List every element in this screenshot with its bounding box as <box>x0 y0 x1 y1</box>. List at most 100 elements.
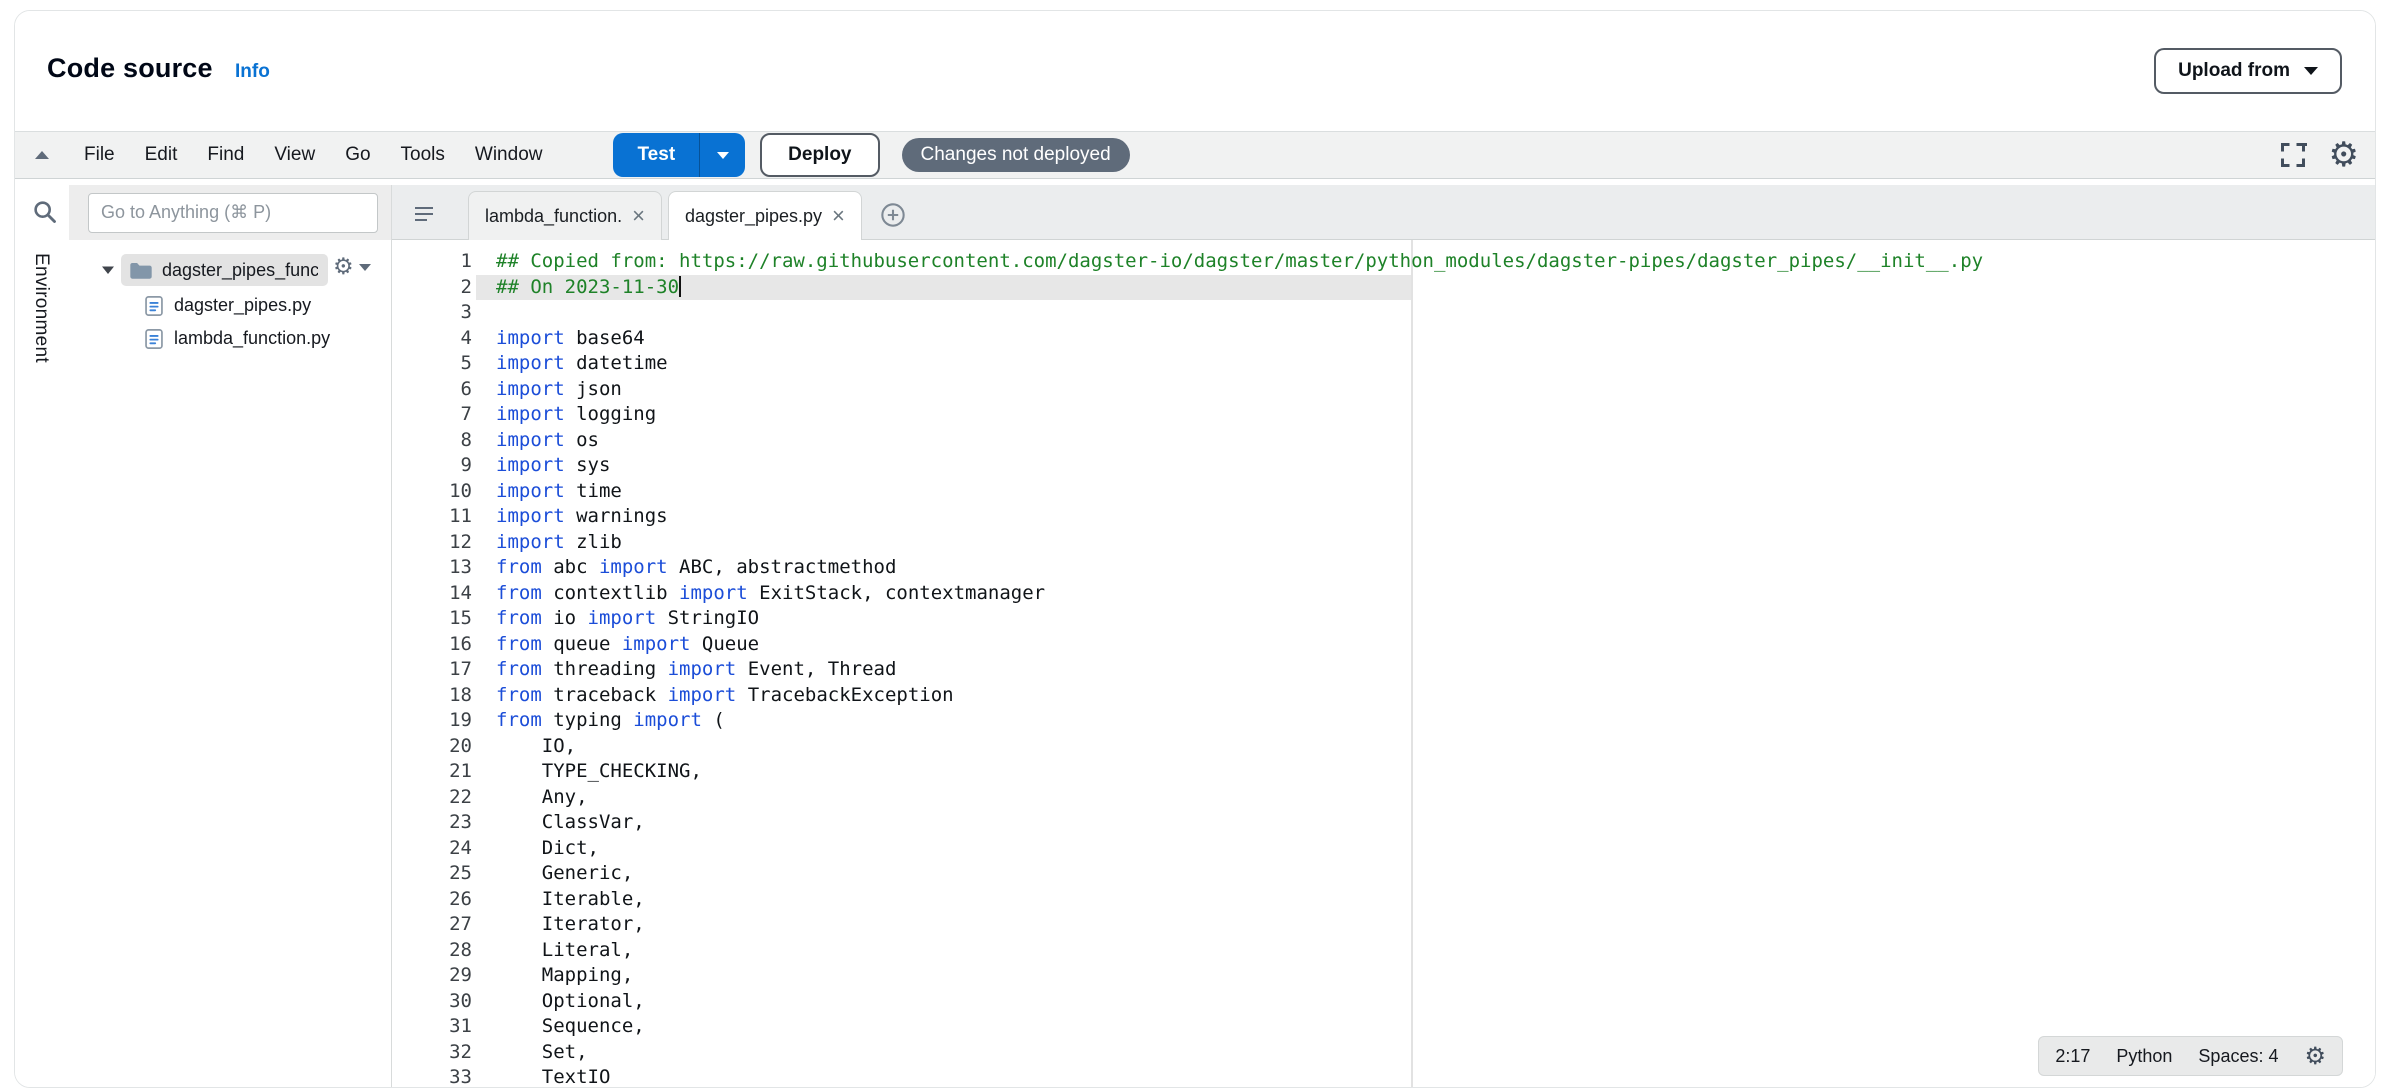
tab-list-button[interactable] <box>414 206 434 222</box>
editor-settings-button[interactable]: ⚙ <box>2329 138 2359 172</box>
cursor-position[interactable]: 2:17 <box>2055 1046 2090 1067</box>
file-item-dagster_pipes.py[interactable]: dagster_pipes.py <box>15 289 391 322</box>
line-number[interactable]: 31 <box>392 1014 472 1040</box>
line-number[interactable]: 24 <box>392 836 472 862</box>
deploy-button[interactable]: Deploy <box>760 133 879 177</box>
line-number[interactable]: 16 <box>392 632 472 658</box>
collapse-panel-button[interactable] <box>15 149 69 161</box>
line-number[interactable]: 22 <box>392 785 472 811</box>
menu-tools[interactable]: Tools <box>386 133 460 177</box>
line-number[interactable]: 7 <box>392 402 472 428</box>
code-line-27[interactable]: 27 Iterator, <box>392 912 2375 938</box>
line-number[interactable]: 33 <box>392 1065 472 1088</box>
line-number[interactable]: 11 <box>392 504 472 530</box>
code-line-4[interactable]: 4import base64 <box>392 326 2375 352</box>
code-line-25[interactable]: 25 Generic, <box>392 861 2375 887</box>
code-line-16[interactable]: 16from queue import Queue <box>392 632 2375 658</box>
code-line-17[interactable]: 17from threading import Event, Thread <box>392 657 2375 683</box>
line-number[interactable]: 10 <box>392 479 472 505</box>
code-line-15[interactable]: 15from io import StringIO <box>392 606 2375 632</box>
code-line-7[interactable]: 7import logging <box>392 402 2375 428</box>
code-line-21[interactable]: 21 TYPE_CHECKING, <box>392 759 2375 785</box>
code-line-9[interactable]: 9import sys <box>392 453 2375 479</box>
line-number[interactable]: 9 <box>392 453 472 479</box>
language-mode[interactable]: Python <box>2116 1046 2172 1067</box>
menu-view[interactable]: View <box>259 133 330 177</box>
code-line-18[interactable]: 18from traceback import TracebackExcepti… <box>392 683 2375 709</box>
code-line-20[interactable]: 20 IO, <box>392 734 2375 760</box>
code-line-13[interactable]: 13from abc import ABC, abstractmethod <box>392 555 2375 581</box>
line-number[interactable]: 4 <box>392 326 472 352</box>
line-number[interactable]: 5 <box>392 351 472 377</box>
code-line-11[interactable]: 11import warnings <box>392 504 2375 530</box>
line-number[interactable]: 29 <box>392 963 472 989</box>
tab-dagster_pipes.py[interactable]: dagster_pipes.py× <box>668 191 862 240</box>
line-number[interactable]: 23 <box>392 810 472 836</box>
tree-settings-button[interactable]: ⚙ <box>333 256 371 279</box>
line-number[interactable]: 15 <box>392 606 472 632</box>
line-number[interactable]: 12 <box>392 530 472 556</box>
code-line-3[interactable]: 3 <box>392 300 2375 326</box>
code-line-1[interactable]: 1## Copied from: https://raw.githubuserc… <box>392 249 2375 275</box>
menu-edit[interactable]: Edit <box>130 133 193 177</box>
info-link[interactable]: Info <box>235 61 270 83</box>
fullscreen-button[interactable] <box>2279 141 2307 169</box>
code-line-12[interactable]: 12import zlib <box>392 530 2375 556</box>
code-line-24[interactable]: 24 Dict, <box>392 836 2375 862</box>
line-number[interactable]: 1 <box>392 249 472 275</box>
file-item-lambda_function.py[interactable]: lambda_function.py <box>15 322 391 355</box>
code-editor[interactable]: 1## Copied from: https://raw.githubuserc… <box>392 240 2375 1087</box>
tab-label: lambda_function. <box>485 206 622 227</box>
line-number[interactable]: 3 <box>392 300 472 326</box>
line-number[interactable]: 32 <box>392 1040 472 1066</box>
status-settings-gear-icon[interactable]: ⚙ <box>2304 1044 2326 1068</box>
tab-close-icon[interactable]: × <box>832 205 845 227</box>
code-line-8[interactable]: 8import os <box>392 428 2375 454</box>
code-line-14[interactable]: 14from contextlib import ExitStack, cont… <box>392 581 2375 607</box>
line-number[interactable]: 8 <box>392 428 472 454</box>
code-line-28[interactable]: 28 Literal, <box>392 938 2375 964</box>
line-number[interactable]: 20 <box>392 734 472 760</box>
code-line-29[interactable]: 29 Mapping, <box>392 963 2375 989</box>
search-button[interactable] <box>32 199 58 225</box>
editor-status-bar: 2:17 Python Spaces: 4 ⚙ <box>2038 1036 2343 1076</box>
code-line-10[interactable]: 10import time <box>392 479 2375 505</box>
code-line-19[interactable]: 19from typing import ( <box>392 708 2375 734</box>
line-number[interactable]: 19 <box>392 708 472 734</box>
disclosure-triangle-icon[interactable] <box>101 265 115 275</box>
tab-lambda_function.[interactable]: lambda_function. × <box>468 191 662 240</box>
menu-file[interactable]: File <box>69 133 130 177</box>
line-number[interactable]: 2 <box>392 275 472 301</box>
file-name: dagster_pipes.py <box>174 295 311 316</box>
menu-window[interactable]: Window <box>460 133 558 177</box>
line-number[interactable]: 14 <box>392 581 472 607</box>
line-number[interactable]: 21 <box>392 759 472 785</box>
test-button[interactable]: Test <box>613 133 699 177</box>
code-line-2[interactable]: 2## On 2023-11-30 <box>392 275 2375 301</box>
code-line-22[interactable]: 22 Any, <box>392 785 2375 811</box>
menu-go[interactable]: Go <box>330 133 385 177</box>
line-number[interactable]: 30 <box>392 989 472 1015</box>
line-number[interactable]: 6 <box>392 377 472 403</box>
new-tab-button[interactable] <box>880 202 906 228</box>
test-dropdown-button[interactable] <box>699 133 745 177</box>
line-number[interactable]: 27 <box>392 912 472 938</box>
folder-item[interactable]: dagster_pipes_funct ⚙ <box>15 251 391 289</box>
line-number[interactable]: 28 <box>392 938 472 964</box>
menu-find[interactable]: Find <box>192 133 259 177</box>
upload-from-button[interactable]: Upload from <box>2154 48 2342 94</box>
line-number[interactable]: 25 <box>392 861 472 887</box>
code-line-26[interactable]: 26 Iterable, <box>392 887 2375 913</box>
code-line-23[interactable]: 23 ClassVar, <box>392 810 2375 836</box>
code-line-6[interactable]: 6import json <box>392 377 2375 403</box>
tab-close-icon[interactable]: × <box>632 205 645 227</box>
goto-anything-input[interactable] <box>88 193 378 233</box>
line-number[interactable]: 13 <box>392 555 472 581</box>
line-number[interactable]: 17 <box>392 657 472 683</box>
selected-folder[interactable]: dagster_pipes_funct <box>121 254 328 286</box>
code-line-5[interactable]: 5import datetime <box>392 351 2375 377</box>
spaces-setting[interactable]: Spaces: 4 <box>2198 1046 2278 1067</box>
code-line-30[interactable]: 30 Optional, <box>392 989 2375 1015</box>
line-number[interactable]: 18 <box>392 683 472 709</box>
line-number[interactable]: 26 <box>392 887 472 913</box>
